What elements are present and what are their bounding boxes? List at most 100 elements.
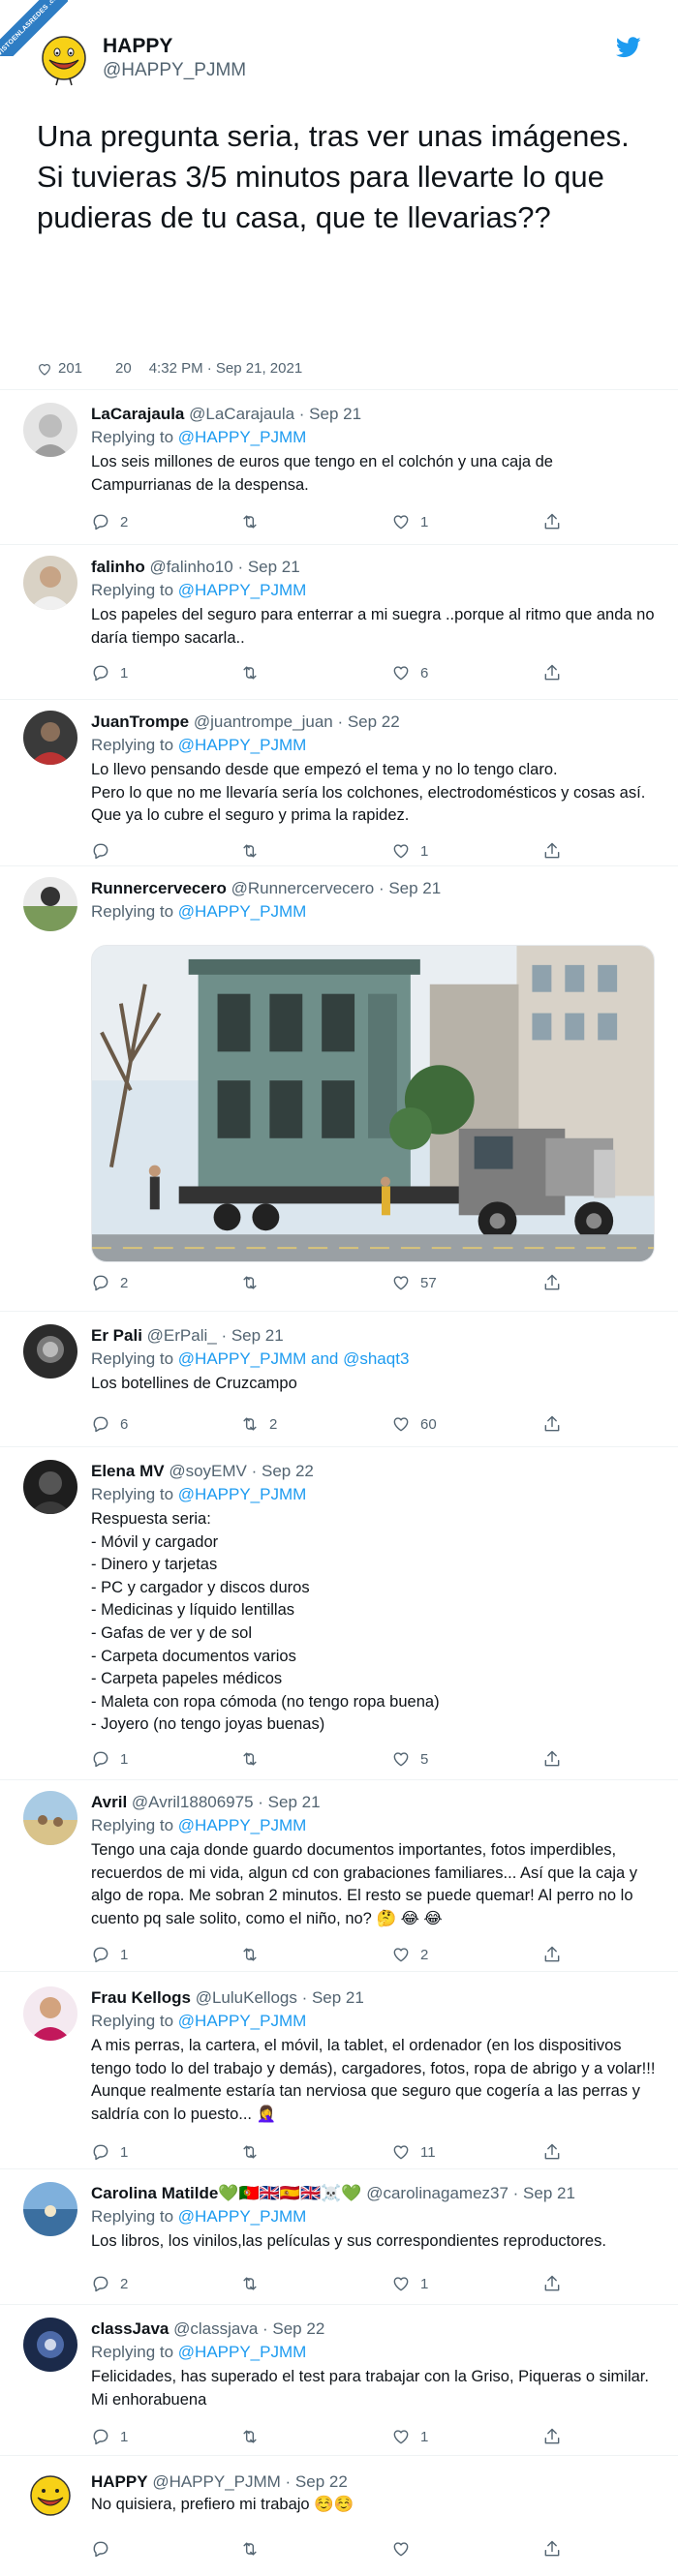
avatar[interactable] (23, 403, 77, 457)
reply-tweet[interactable]: Er Pali @ErPali_ · Sep 21 Replying to @H… (0, 1324, 678, 1444)
mr-happy-avatar[interactable] (37, 33, 91, 87)
reply-tweet[interactable]: JuanTrompe @juantrompe_juan · Sep 22 Rep… (0, 711, 678, 865)
reply-author-name[interactable]: falinho (91, 558, 145, 576)
retweet-button[interactable] (240, 511, 269, 532)
share-button[interactable] (542, 662, 562, 683)
reply-button[interactable]: 1 (91, 2426, 128, 2447)
reply-tweet[interactable]: LaCarajaula @LaCarajaula · Sep 21 Replyi… (0, 403, 678, 538)
retweet-button[interactable] (240, 662, 269, 683)
replying-to-link[interactable]: @HAPPY_PJMM (178, 1485, 307, 1503)
like-button[interactable]: 1 (391, 511, 428, 532)
reply-tweet[interactable]: Elena MV @soyEMV · Sep 22 Replying to @H… (0, 1460, 678, 1768)
avatar[interactable] (23, 711, 77, 765)
retweet-button[interactable] (240, 1748, 269, 1770)
like-button[interactable] (391, 2538, 420, 2560)
retweet-button[interactable] (240, 840, 269, 862)
replying-to-link[interactable]: @HAPPY_PJMM and @shaqt3 (178, 1349, 410, 1368)
reply-button[interactable]: 1 (91, 1944, 128, 1965)
retweet-button[interactable] (240, 1272, 269, 1293)
share-button[interactable] (542, 840, 562, 862)
reply-author-name[interactable]: Carolina Matilde💚🇵🇹🇬🇧🇪🇸🇬🇧☠️💚 (91, 2184, 361, 2202)
main-timestamp[interactable]: 4:32 PM · Sep 21, 2021 (149, 360, 302, 377)
main-handle[interactable]: @HAPPY_PJMM (103, 60, 246, 81)
reply-author-name[interactable]: HAPPY (91, 2472, 148, 2491)
reply-tweet[interactable]: HAPPY @HAPPY_PJMM · Sep 22 No quisiera, … (0, 2470, 678, 2571)
reply-tweet[interactable]: Avril @Avril18806975 · Sep 21 Replying t… (0, 1791, 678, 1969)
share-button[interactable] (542, 2273, 562, 2294)
replying-to-link[interactable]: @HAPPY_PJMM (178, 2343, 307, 2361)
reply-button[interactable]: 2 (91, 1272, 128, 1293)
like-button[interactable]: 60 (391, 1413, 437, 1435)
share-button[interactable] (542, 1944, 562, 1965)
avatar[interactable] (23, 1324, 77, 1379)
reply-author-handle[interactable]: @LaCarajaula · Sep 21 (189, 405, 361, 423)
avatar[interactable] (23, 877, 77, 931)
like-button[interactable]: 6 (391, 662, 428, 683)
retweet-button[interactable] (240, 2141, 269, 2163)
reply-author-name[interactable]: classJava (91, 2319, 169, 2338)
like-button[interactable]: 5 (391, 1748, 428, 1770)
like-button[interactable]: 57 (391, 1272, 437, 1293)
replying-to-link[interactable]: @HAPPY_PJMM (178, 2012, 307, 2030)
retweet-button[interactable]: 2 (240, 1413, 277, 1435)
replying-to-link[interactable]: @HAPPY_PJMM (178, 902, 307, 921)
reply-author-name[interactable]: Avril (91, 1793, 127, 1811)
retweet-button[interactable] (240, 2538, 269, 2560)
replying-to-link[interactable]: @HAPPY_PJMM (178, 428, 307, 446)
reply-button[interactable]: 2 (91, 511, 128, 532)
heart-icon[interactable] (37, 361, 52, 377)
reply-author-name[interactable]: Er Pali (91, 1326, 142, 1345)
retweet-button[interactable] (240, 1944, 269, 1965)
reply-author-handle[interactable]: @classjava · Sep 22 (173, 2319, 324, 2338)
reply-author-handle[interactable]: @Avril18806975 · Sep 21 (132, 1793, 321, 1811)
replying-to-link[interactable]: @HAPPY_PJMM (178, 581, 307, 599)
reply-author-handle[interactable]: @ErPali_ · Sep 21 (147, 1326, 284, 1345)
avatar[interactable] (23, 1791, 77, 1845)
reply-button[interactable] (91, 2538, 120, 2560)
share-button[interactable] (542, 1748, 562, 1770)
like-button[interactable]: 1 (391, 840, 428, 862)
avatar[interactable] (23, 2318, 77, 2372)
reply-author-handle[interactable]: @falinho10 · Sep 21 (149, 558, 299, 576)
avatar[interactable] (23, 1986, 77, 2041)
main-display-name[interactable]: HAPPY (103, 35, 172, 58)
reply-author-name[interactable]: LaCarajaula (91, 405, 184, 423)
reply-tweet[interactable]: Carolina Matilde💚🇵🇹🇬🇧🇪🇸🇬🇧☠️💚 @carolinaga… (0, 2182, 678, 2298)
reply-tweet[interactable]: Frau Kellogs @LuluKellogs · Sep 21 Reply… (0, 1986, 678, 2161)
reply-button[interactable]: 1 (91, 662, 128, 683)
reply-author-handle[interactable]: @soyEMV · Sep 22 (169, 1462, 314, 1480)
share-button[interactable] (542, 1413, 562, 1435)
like-button[interactable]: 1 (391, 2273, 428, 2294)
reply-button[interactable]: 2 (91, 2273, 128, 2294)
reply-button[interactable]: 1 (91, 2141, 128, 2163)
twitter-bird-icon[interactable] (616, 37, 641, 58)
like-button[interactable]: 2 (391, 1944, 428, 1965)
like-button[interactable]: 11 (391, 2141, 436, 2163)
share-button[interactable] (542, 511, 562, 532)
reply-tweet[interactable]: Runnercervecero @Runnercervecero · Sep 2… (0, 877, 678, 1305)
replying-to-link[interactable]: @HAPPY_PJMM (178, 736, 307, 754)
reply-author-name[interactable]: Elena MV (91, 1462, 165, 1480)
reply-button[interactable] (91, 840, 120, 862)
house-moving-photo[interactable] (91, 945, 655, 1262)
share-button[interactable] (542, 2141, 562, 2163)
avatar[interactable] (23, 2182, 77, 2236)
reply-author-name[interactable]: Runnercervecero (91, 879, 227, 897)
share-button[interactable] (542, 1272, 562, 1293)
reply-author-handle[interactable]: @juantrompe_juan · Sep 22 (194, 712, 400, 731)
mr-happy-avatar[interactable] (23, 2470, 77, 2525)
reply-author-handle[interactable]: @carolinagamez37 · Sep 21 (366, 2184, 575, 2202)
reply-author-handle[interactable]: @LuluKellogs · Sep 21 (196, 1988, 364, 2007)
reply-tweet[interactable]: classJava @classjava · Sep 22 Replying t… (0, 2318, 678, 2449)
reply-author-handle[interactable]: @HAPPY_PJMM · Sep 22 (152, 2472, 348, 2491)
retweet-button[interactable] (240, 2273, 269, 2294)
replying-to-link[interactable]: @HAPPY_PJMM (178, 1816, 307, 1834)
share-button[interactable] (542, 2538, 562, 2560)
share-button[interactable] (542, 2426, 562, 2447)
replying-to-link[interactable]: @HAPPY_PJMM (178, 2207, 307, 2226)
like-button[interactable]: 1 (391, 2426, 428, 2447)
reply-tweet[interactable]: falinho @falinho10 · Sep 21 Replying to … (0, 556, 678, 699)
reply-author-name[interactable]: JuanTrompe (91, 712, 189, 731)
retweet-button[interactable] (240, 2426, 269, 2447)
reply-author-name[interactable]: Frau Kellogs (91, 1988, 191, 2007)
